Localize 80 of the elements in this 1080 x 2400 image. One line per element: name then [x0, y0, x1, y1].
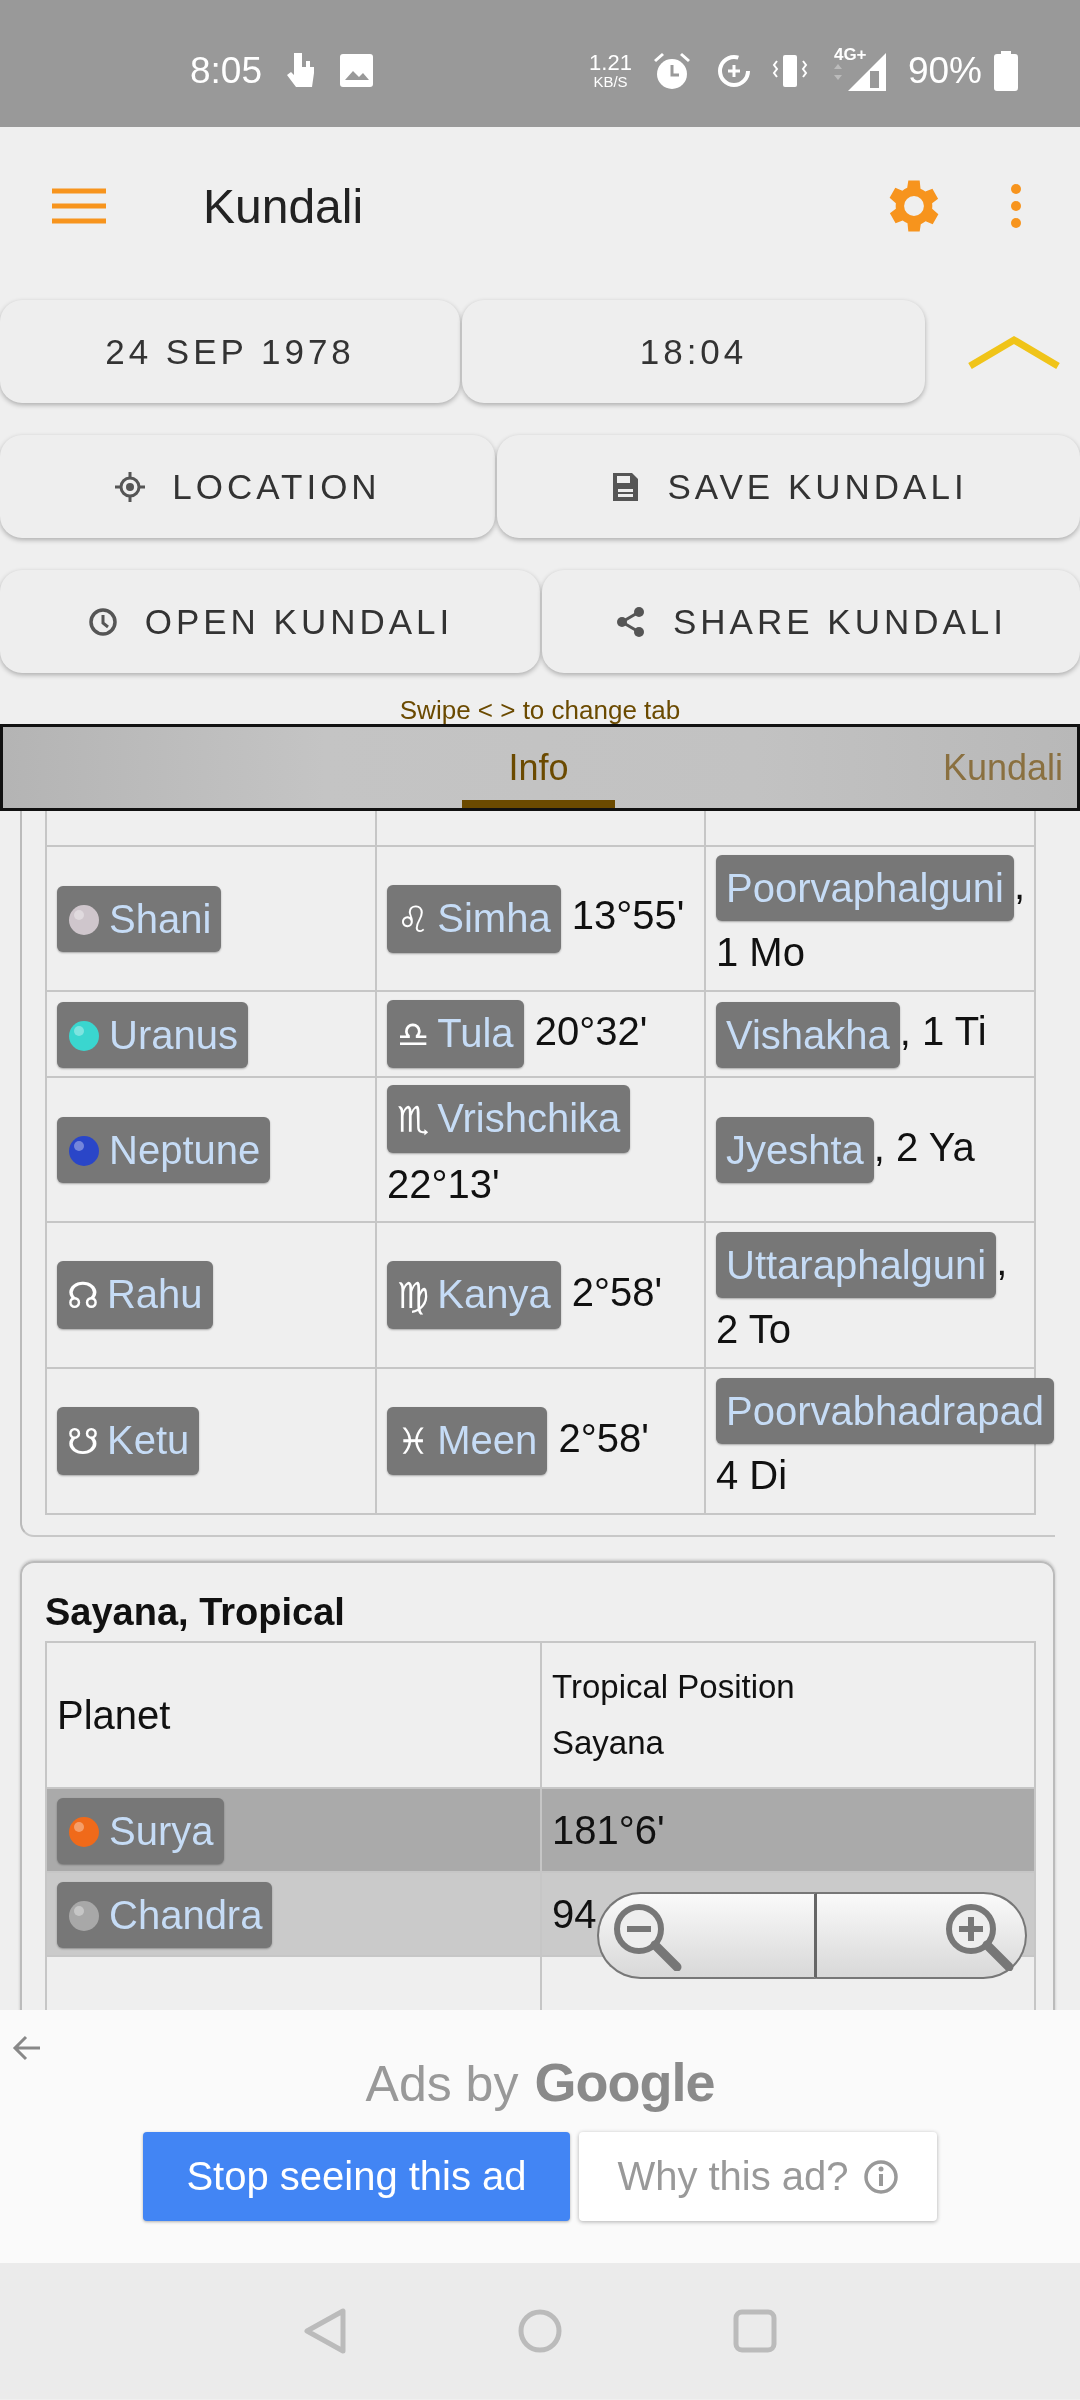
battery-icon [994, 50, 1018, 91]
separator-text: , [873, 1124, 885, 1169]
zodiac-symbol: ♎ [397, 1014, 430, 1056]
zodiac-symbol: ♌ [397, 898, 430, 940]
nakshatra-link[interactable]: Uttaraphalguni [716, 1231, 997, 1298]
column-header: Tropical Position [552, 1667, 796, 1707]
open-button[interactable]: OPEN KUNDALI [0, 570, 540, 673]
table-row[interactable]: Surya 181°6' [46, 1788, 1035, 1872]
nakshatra-link[interactable]: Jyeshta [716, 1117, 874, 1184]
menu-icon[interactable] [52, 188, 106, 224]
position-text: 94 [552, 1892, 597, 1936]
sign-link[interactable]: ♌ Simha [387, 884, 561, 953]
zodiac-symbol: ♏ [397, 1098, 430, 1140]
network-type: 4G+ [833, 44, 867, 65]
sign-link[interactable]: ♍ Kanya [387, 1261, 561, 1330]
pada-text: 2 Ya [896, 1124, 975, 1169]
sign-link[interactable]: ♓ Meen [387, 1407, 548, 1476]
location-button[interactable]: LOCATION [0, 435, 495, 538]
app-title: Kundali [203, 178, 365, 234]
position-text: 181°6' [552, 1808, 665, 1852]
column-header: Planet [57, 1693, 171, 1737]
vibrate-icon [771, 52, 808, 89]
pada-text: 4 Di [716, 1452, 788, 1497]
more-icon[interactable] [1010, 183, 1022, 229]
separator-text: , [899, 1009, 911, 1054]
image-icon [340, 54, 373, 87]
nakshatra-link[interactable]: Poorvaphalguni [716, 855, 1014, 922]
battery-percent: 90% [907, 49, 982, 92]
clock-time: 8:05 [190, 49, 262, 92]
date-button[interactable]: 24 SEP 1978 [0, 300, 460, 403]
node-symbol: ☋ [67, 1421, 99, 1463]
zodiac-symbol: ♍ [397, 1275, 430, 1317]
zodiac-symbol: ♓ [397, 1421, 430, 1463]
pada-text: 1 Mo [716, 930, 805, 975]
planet-link[interactable]: ☋ Ketu [57, 1407, 200, 1476]
planet-link[interactable]: Neptune [57, 1117, 271, 1184]
node-symbol: ☊ [67, 1275, 99, 1317]
speed-value: 1.21 [589, 52, 632, 74]
tab[interactable]: Info [462, 727, 615, 808]
clock-icon [86, 605, 119, 638]
ads-label: Ads by [365, 2056, 519, 2112]
separator-text: , [1014, 862, 1026, 907]
pada-text: 1 Ti [922, 1009, 987, 1054]
share-icon [615, 605, 647, 638]
why-ad-button[interactable]: Why this ad? [579, 2132, 937, 2221]
time-button[interactable]: 18:04 [462, 300, 925, 403]
recents-icon[interactable] [733, 2309, 777, 2353]
nakshatra-link[interactable]: Poorvabhadrapad [716, 1377, 1055, 1444]
degree-text: 22°13' [387, 1161, 500, 1206]
planet-link[interactable]: Uranus [57, 1001, 248, 1068]
degree-text: 2°58' [558, 1415, 649, 1460]
swipe-hint: Swipe < > to change tab [399, 695, 681, 725]
planet-link[interactable]: Surya [57, 1797, 224, 1864]
save-button[interactable]: SAVE KUNDALI [497, 435, 1080, 538]
degree-text: 2°58' [571, 1269, 663, 1314]
share-button[interactable]: SHARE KUNDALI [542, 570, 1080, 673]
zoom-out-button[interactable] [597, 1892, 817, 1979]
planet-link[interactable]: ☊ Rahu [57, 1261, 213, 1330]
degree-text: 13°55' [571, 893, 685, 938]
info-icon [862, 2158, 899, 2195]
sign-link[interactable]: ♏ Vrishchika [387, 1084, 631, 1153]
pada-text: 2 To [716, 1306, 791, 1351]
degree-text: 20°32' [534, 1008, 648, 1053]
crosshair-icon [114, 470, 147, 503]
column-subheader: Sayana [552, 1723, 665, 1763]
back-arrow-icon[interactable] [12, 2034, 42, 2062]
back-icon[interactable] [303, 2307, 347, 2355]
zoom-in-button[interactable] [816, 1892, 1027, 1979]
home-icon[interactable] [517, 2308, 563, 2354]
brand-logo: Google [534, 2054, 715, 2110]
separator-text: , [996, 1239, 1008, 1284]
nakshatra-link[interactable]: Vishakha [716, 1001, 900, 1068]
tab[interactable]: Kundali [943, 727, 1064, 808]
stop-ad-button[interactable]: Stop seeing this ad [143, 2132, 570, 2221]
planet-link[interactable]: Shani [57, 886, 222, 953]
section-title: Sayana, Tropical [45, 1590, 346, 1635]
planet-link[interactable]: Chandra [57, 1881, 273, 1948]
sign-link[interactable]: ♎ Tula [387, 1000, 524, 1069]
data-saver-icon [715, 52, 752, 89]
speed-unit: KB/S [593, 74, 628, 89]
